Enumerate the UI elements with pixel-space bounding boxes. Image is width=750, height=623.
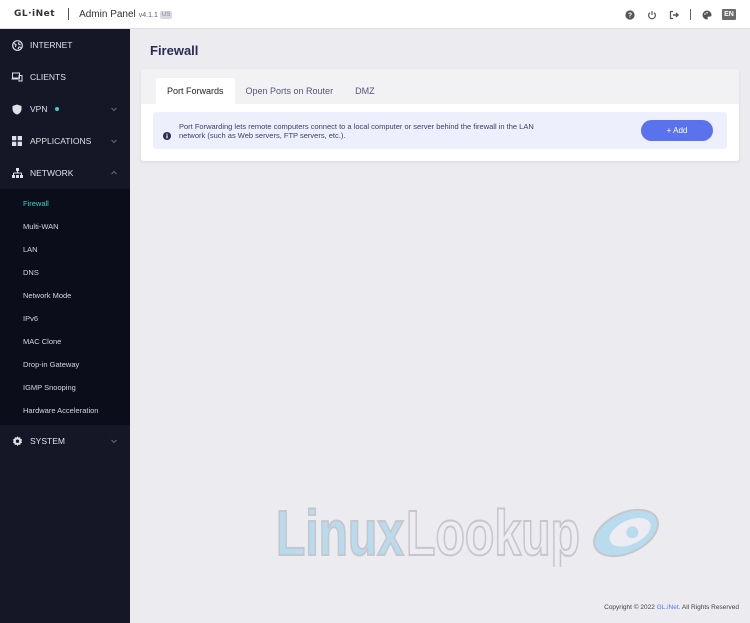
tab-open-ports-on-router[interactable]: Open Ports on Router bbox=[235, 78, 345, 104]
watermark-part2: Lookup bbox=[406, 497, 580, 567]
top-actions: ? EN bbox=[619, 0, 740, 29]
submenu-item-multi-wan[interactable]: Multi-WAN bbox=[0, 215, 130, 238]
submenu-item-hardware-acceleration[interactable]: Hardware Acceleration bbox=[0, 399, 130, 422]
copyright-text: Copyright © 2022 bbox=[604, 604, 657, 611]
main-content: Firewall Port Forwards Open Ports on Rou… bbox=[130, 29, 750, 623]
divider bbox=[690, 9, 691, 20]
help-icon[interactable]: ? bbox=[619, 4, 641, 26]
globe-icon bbox=[11, 39, 23, 51]
top-bar: GL·iNet Admin Panel v4.1.1 US ? EN bbox=[0, 0, 750, 29]
svg-text:?: ? bbox=[628, 12, 632, 19]
submenu-item-mac-clone[interactable]: MAC Clone bbox=[0, 330, 130, 353]
sidebar-item-label: APPLICATIONS bbox=[30, 136, 92, 146]
company-link[interactable]: GL.iNet. bbox=[657, 604, 681, 611]
sidebar-item-label: CLIENTS bbox=[30, 72, 66, 82]
sidebar-item-label: SYSTEM bbox=[30, 436, 65, 446]
submenu-item-igmp-snooping[interactable]: IGMP Snooping bbox=[0, 376, 130, 399]
logout-icon[interactable] bbox=[663, 4, 685, 26]
sidebar: INTERNET CLIENTS VPN APPLICATIONS NETWOR… bbox=[0, 29, 130, 623]
network-tree-icon bbox=[11, 167, 23, 179]
page-title: Firewall bbox=[150, 43, 199, 58]
watermark-part1: Linux bbox=[276, 497, 404, 567]
chevron-down-icon bbox=[110, 137, 118, 145]
sidebar-item-label: NETWORK bbox=[30, 168, 74, 178]
power-icon[interactable] bbox=[641, 4, 663, 26]
tab-dmz[interactable]: DMZ bbox=[344, 78, 386, 104]
submenu-item-firewall[interactable]: Firewall bbox=[0, 192, 130, 215]
info-icon bbox=[163, 127, 171, 140]
watermark-swirl-icon bbox=[593, 508, 659, 558]
region-badge: US bbox=[159, 10, 173, 19]
firewall-card: Port Forwards Open Ports on Router DMZ P… bbox=[141, 69, 739, 161]
language-label: EN bbox=[722, 9, 736, 20]
shield-icon bbox=[11, 103, 23, 115]
submenu-item-network-mode[interactable]: Network Mode bbox=[0, 284, 130, 307]
gear-icon bbox=[11, 435, 23, 447]
watermark-logo: Linux Lookup bbox=[276, 497, 659, 567]
tab-bar: Port Forwards Open Ports on Router DMZ bbox=[141, 69, 739, 104]
language-selector[interactable]: EN bbox=[718, 4, 740, 26]
submenu-item-ipv6[interactable]: IPv6 bbox=[0, 307, 130, 330]
app-title: Admin Panel bbox=[79, 8, 136, 20]
divider bbox=[68, 8, 70, 20]
sidebar-item-label: VPN bbox=[30, 104, 48, 114]
network-submenu: Firewall Multi-WAN LAN DNS Network Mode … bbox=[0, 189, 130, 425]
footer: Copyright © 2022 GL.iNet. All Rights Res… bbox=[604, 604, 739, 611]
add-button[interactable]: + Add bbox=[641, 120, 713, 141]
sidebar-item-network[interactable]: NETWORK bbox=[0, 157, 130, 189]
apps-grid-icon bbox=[11, 135, 23, 147]
submenu-item-lan[interactable]: LAN bbox=[0, 238, 130, 261]
theme-palette-icon[interactable] bbox=[696, 4, 718, 26]
sidebar-item-label: INTERNET bbox=[30, 40, 73, 50]
info-banner: Port Forwarding lets remote computers co… bbox=[153, 112, 727, 149]
devices-icon bbox=[11, 71, 23, 83]
rights-text: All Rights Reserved bbox=[680, 604, 739, 611]
sidebar-item-clients[interactable]: CLIENTS bbox=[0, 61, 130, 93]
chevron-down-icon bbox=[110, 105, 118, 113]
sidebar-item-internet[interactable]: INTERNET bbox=[0, 29, 130, 61]
submenu-item-drop-in-gateway[interactable]: Drop-in Gateway bbox=[0, 353, 130, 376]
sidebar-item-applications[interactable]: APPLICATIONS bbox=[0, 125, 130, 157]
brand-logo[interactable]: GL·iNet bbox=[14, 9, 55, 19]
submenu-item-dns[interactable]: DNS bbox=[0, 261, 130, 284]
info-text: Port Forwarding lets remote computers co… bbox=[179, 121, 534, 140]
sidebar-item-system[interactable]: SYSTEM bbox=[0, 425, 130, 457]
vpn-status-dot bbox=[55, 107, 60, 111]
sidebar-item-vpn[interactable]: VPN bbox=[0, 93, 130, 125]
version-label: v4.1.1 bbox=[138, 11, 158, 19]
chevron-up-icon bbox=[110, 169, 118, 177]
tab-port-forwards[interactable]: Port Forwards bbox=[156, 78, 235, 104]
chevron-down-icon bbox=[110, 437, 118, 445]
